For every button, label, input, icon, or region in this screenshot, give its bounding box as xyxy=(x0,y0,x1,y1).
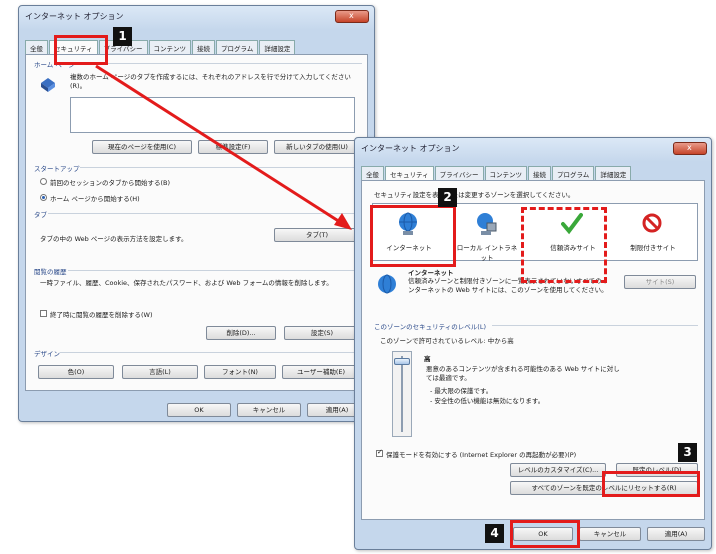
homepage-description: 複数のホーム ページのタブを作成するには、それぞれのアドレスを行で分けて入力して… xyxy=(70,73,351,90)
back-general-panel: ホーム ページ 複数のホーム ページのタブを作成するには、それぞれのアドレスを行… xyxy=(25,54,368,391)
front-tab-content[interactable]: コンテンツ xyxy=(484,166,527,180)
homepage-icon xyxy=(41,78,55,92)
security-level-point-2: - 最大限の保護です。 xyxy=(430,387,493,395)
front-tab-connections[interactable]: 接続 xyxy=(528,166,551,180)
zone-restricted-sites-label: 制限付きサイト xyxy=(630,244,676,252)
callout-badge-1: 1 xyxy=(113,27,132,46)
protected-mode-label: 保護モードを有効にする (Internet Explorer の再起動が必要)(… xyxy=(386,451,577,459)
intranet-icon xyxy=(477,213,497,235)
security-level-group-label: このゾーンのセキュリティのレベル(L) xyxy=(374,323,486,331)
front-dialog-title: インターネット オプション xyxy=(361,144,460,153)
front-tab-general[interactable]: 全般 xyxy=(361,166,384,180)
level-divider xyxy=(492,325,698,326)
tab-general[interactable]: 全般 xyxy=(25,40,48,54)
slider-thumb[interactable] xyxy=(394,358,410,365)
security-level-slider[interactable] xyxy=(392,351,412,437)
startup-last-session-radio[interactable] xyxy=(40,178,47,185)
design-divider xyxy=(60,352,362,353)
custom-level-button[interactable]: レベルのカスタマイズ(C)... xyxy=(510,463,606,477)
back-close-button[interactable] xyxy=(335,10,369,23)
restricted-icon xyxy=(642,213,662,233)
tab-programs[interactable]: プログラム xyxy=(216,40,259,54)
back-dialog: インターネット オプション 全般 セキュリティ プライバシー コンテンツ 接続 … xyxy=(18,5,375,422)
startup-group-label: スタートアップ xyxy=(34,165,80,173)
highlight-ok-button xyxy=(510,520,580,548)
accessibility-button[interactable]: ユーザー補助(E) xyxy=(282,365,360,379)
callout-badge-3: 3 xyxy=(678,443,697,462)
tabs-divider xyxy=(48,213,362,214)
front-tab-privacy[interactable]: プライバシー xyxy=(434,166,484,180)
history-settings-button[interactable]: 設定(S) xyxy=(284,326,360,340)
delete-on-exit-label: 終了時に閲覧の履歴を削除する(W) xyxy=(50,311,153,319)
use-default-button[interactable]: 標準設定(F) xyxy=(198,140,268,154)
languages-button[interactable]: 言語(L) xyxy=(122,365,198,379)
tabs-settings-button[interactable]: タブ(T) xyxy=(274,228,360,242)
homepage-url-textarea[interactable] xyxy=(70,97,355,133)
tabs-group-label: タブ xyxy=(34,211,47,219)
front-cancel-button[interactable]: キャンセル xyxy=(579,527,641,541)
history-description: 一時ファイル、履歴、Cookie、保存されたパスワード、および Web フォーム… xyxy=(40,279,333,287)
sites-button[interactable]: サイト(S) xyxy=(624,275,696,289)
zone-detail-title: インターネット xyxy=(408,269,454,277)
allowed-levels-text: このゾーンで許可されているレベル: 中から高 xyxy=(380,337,514,345)
zone-local-intranet-label: ローカル イントラネット xyxy=(456,244,518,262)
zone-prompt: セキュリティ設定を表示または変更するゾーンを選択してください。 xyxy=(374,191,575,199)
highlight-internet-zone xyxy=(370,205,456,267)
slider-track xyxy=(401,356,403,432)
startup-last-session-label: 前回のセッションのタブから開始する(B) xyxy=(50,179,171,187)
history-delete-button[interactable]: 削除(D)... xyxy=(206,326,276,340)
front-tab-security[interactable]: セキュリティ xyxy=(385,166,434,181)
startup-divider xyxy=(80,167,362,168)
use-current-button[interactable]: 現在のページを使用(C) xyxy=(92,140,192,154)
highlight-trusted-sites-zone xyxy=(521,207,607,283)
history-divider xyxy=(68,270,362,271)
back-cancel-button[interactable]: キャンセル xyxy=(237,403,301,417)
fonts-button[interactable]: フォント(N) xyxy=(204,365,276,379)
startup-homepage-radio[interactable] xyxy=(40,194,47,201)
use-new-tab-button[interactable]: 新しいタブの使用(U) xyxy=(274,140,360,154)
design-group-label: デザイン xyxy=(34,350,60,358)
front-close-button[interactable] xyxy=(673,142,707,155)
front-apply-button[interactable]: 適用(A) xyxy=(647,527,705,541)
homepage-divider xyxy=(76,63,362,64)
tabs-description: タブの中の Web ページの表示方法を設定します。 xyxy=(40,235,188,243)
back-ok-button[interactable]: OK xyxy=(167,403,231,417)
history-group-label: 閲覧の履歴 xyxy=(34,268,67,276)
front-tab-programs[interactable]: プログラム xyxy=(552,166,595,180)
zone-restricted-sites[interactable]: 制限付きサイト xyxy=(621,206,685,258)
colors-button[interactable]: 色(O) xyxy=(38,365,114,379)
zone-local-intranet[interactable]: ローカル イントラネット xyxy=(455,206,519,262)
tab-connections[interactable]: 接続 xyxy=(192,40,215,54)
security-level-name: 高 xyxy=(424,355,431,363)
callout-badge-2: 2 xyxy=(438,188,457,207)
delete-on-exit-checkbox[interactable] xyxy=(40,310,47,317)
back-dialog-title: インターネット オプション xyxy=(25,12,124,21)
security-level-point-1: 悪意のあるコンテンツが含まれる可能性のある Web サイトに対しては最適です。 xyxy=(426,365,620,382)
tab-advanced[interactable]: 詳細設定 xyxy=(259,40,296,54)
internet-zone-globe-icon xyxy=(378,274,396,294)
highlight-default-level-button xyxy=(602,471,700,497)
security-level-point-3: - 安全性の低い機能は無効になります。 xyxy=(430,397,545,405)
front-tab-advanced[interactable]: 詳細設定 xyxy=(595,166,632,180)
callout-badge-4: 4 xyxy=(485,524,504,543)
protected-mode-checkbox[interactable] xyxy=(376,448,383,457)
tab-content[interactable]: コンテンツ xyxy=(148,40,191,54)
highlight-security-tab xyxy=(54,35,108,65)
front-tab-strip: 全般 セキュリティ プライバシー コンテンツ 接続 プログラム 詳細設定 xyxy=(361,166,632,181)
startup-homepage-label: ホーム ページから開始する(H) xyxy=(50,195,140,203)
